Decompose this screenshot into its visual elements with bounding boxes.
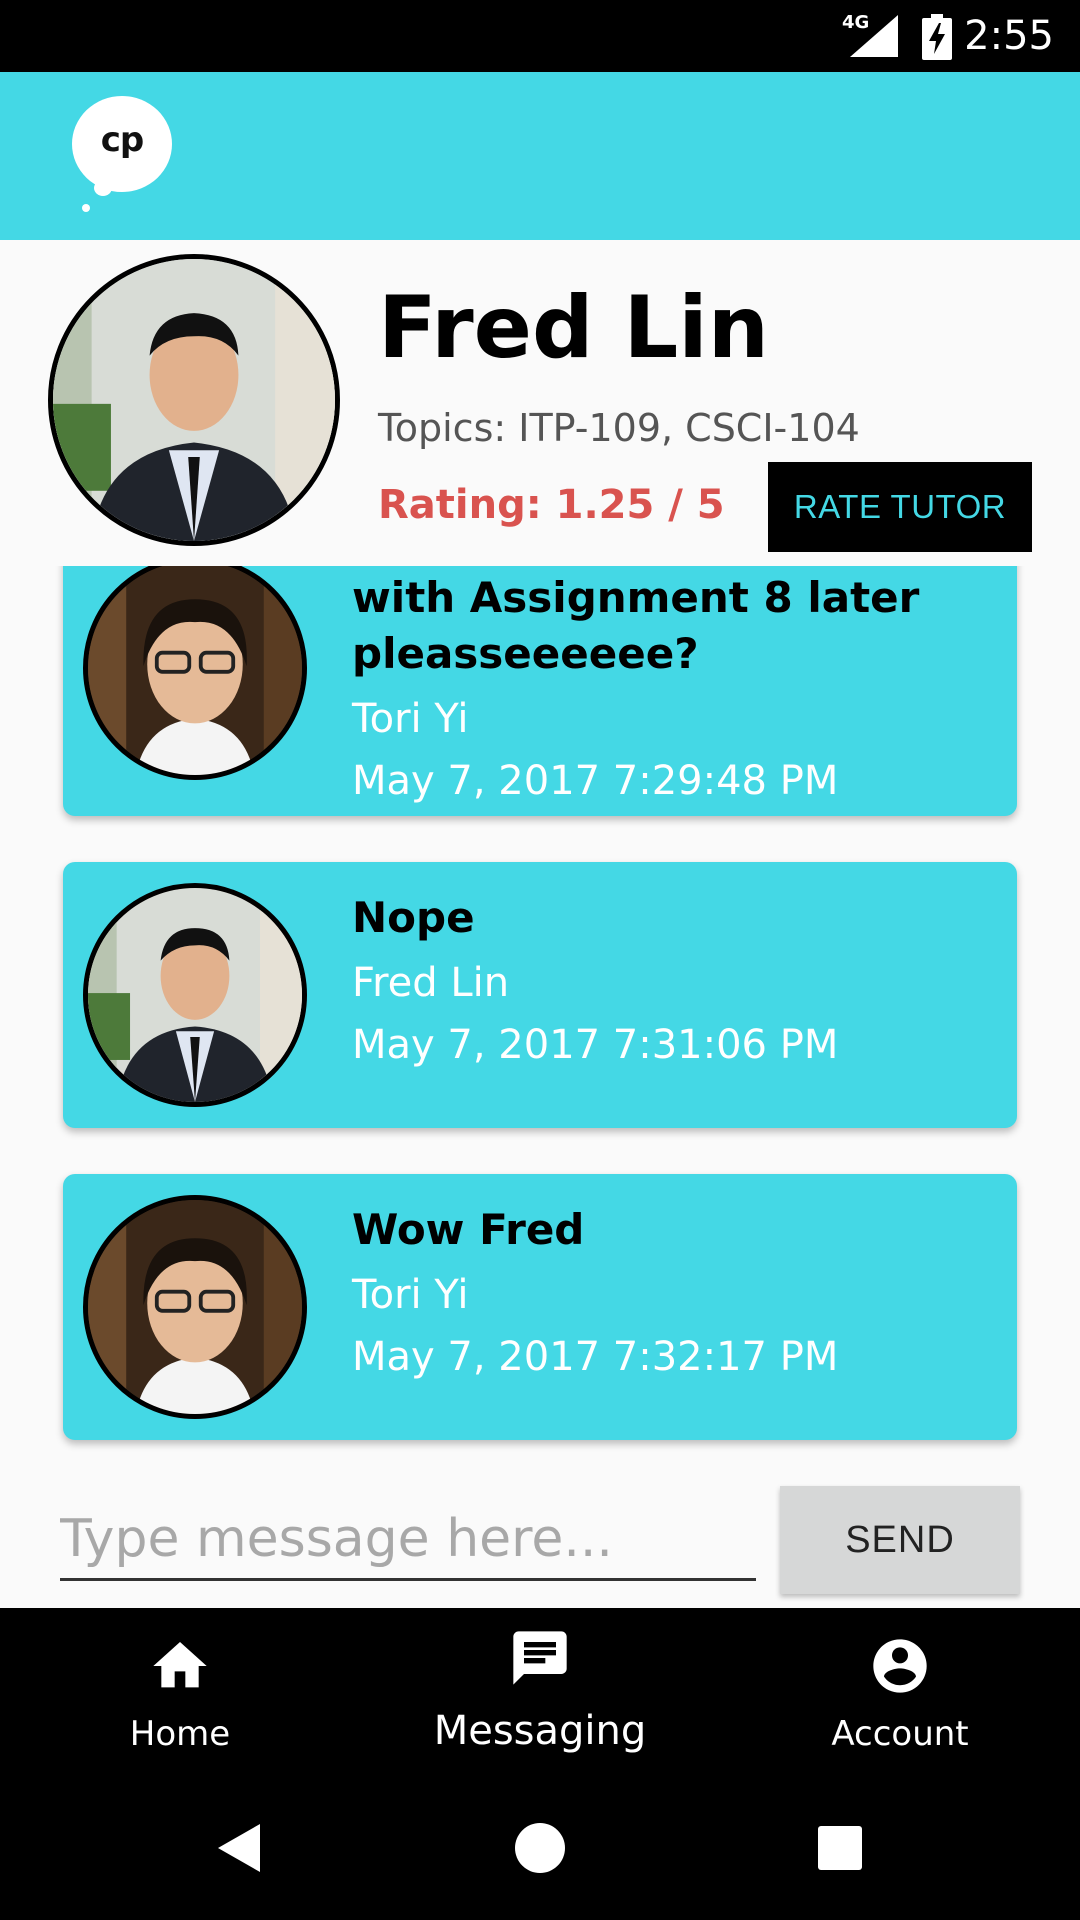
status-bar: 4G 2:55 (0, 0, 1080, 72)
message-sender: Fred Lin (352, 960, 510, 1006)
nav-home-label: Home (129, 1714, 231, 1754)
message-icon (513, 1631, 567, 1685)
tutor-topics: Topics: ITP-109, CSCI-104 (378, 406, 860, 450)
message-sender: Tori Yi (352, 696, 469, 742)
home-icon (153, 1642, 207, 1688)
sender-avatar (83, 1195, 307, 1419)
back-icon[interactable] (210, 1818, 270, 1878)
message-card[interactable]: Nope Fred Lin May 7, 2017 7:31:06 PM (63, 862, 1017, 1128)
message-time: May 7, 2017 7:31:06 PM (352, 1022, 839, 1068)
tutor-name: Fred Lin (378, 278, 769, 378)
message-text: Wow Fred (352, 1205, 585, 1254)
send-button[interactable]: SEND (780, 1486, 1020, 1594)
nav-home[interactable]: Home (0, 1608, 360, 1778)
account-icon (873, 1639, 927, 1693)
nav-account-label: Account (831, 1714, 969, 1754)
recents-icon[interactable] (810, 1818, 870, 1878)
home-circle-icon[interactable] (510, 1818, 570, 1878)
message-composer: SEND (0, 1466, 1080, 1608)
logo-bubble-dot (82, 204, 90, 212)
nav-account[interactable]: Account (720, 1608, 1080, 1778)
message-sender: Tori Yi (352, 1272, 469, 1318)
sender-avatar (83, 883, 307, 1107)
system-navigation (0, 1778, 1080, 1920)
tutor-profile: Fred Lin Topics: ITP-109, CSCI-104 Ratin… (0, 240, 1080, 566)
message-text-line1: with Assignment 8 later (352, 573, 920, 622)
nav-messaging-label: Messaging (433, 1708, 647, 1754)
message-text-line2: pleasseeeeee? (352, 629, 699, 678)
tutor-avatar (48, 254, 340, 546)
message-time: May 7, 2017 7:29:48 PM (352, 758, 839, 804)
message-card[interactable]: with Assignment 8 later pleasseeeeee? To… (63, 566, 1017, 816)
message-time: May 7, 2017 7:32:17 PM (352, 1334, 839, 1380)
message-input[interactable] (60, 1500, 756, 1581)
message-text: Nope (352, 893, 475, 942)
signal-icon (850, 15, 898, 57)
logo-text: cp (100, 120, 145, 160)
clock: 2:55 (964, 13, 1054, 59)
sender-avatar (83, 566, 307, 780)
battery-charging-icon (922, 14, 952, 60)
message-list[interactable]: with Assignment 8 later pleasseeeeee? To… (0, 566, 1080, 1466)
bottom-navigation: Home Messaging Account (0, 1608, 1080, 1778)
logo-bubble-tail (94, 180, 112, 196)
app-logo[interactable]: cp (72, 96, 172, 212)
nav-messaging[interactable]: Messaging (360, 1608, 720, 1778)
rate-tutor-button[interactable]: RATE TUTOR (768, 462, 1032, 552)
tutor-rating: Rating: 1.25 / 5 (378, 482, 725, 528)
message-card[interactable]: Wow Fred Tori Yi May 7, 2017 7:32:17 PM (63, 1174, 1017, 1440)
